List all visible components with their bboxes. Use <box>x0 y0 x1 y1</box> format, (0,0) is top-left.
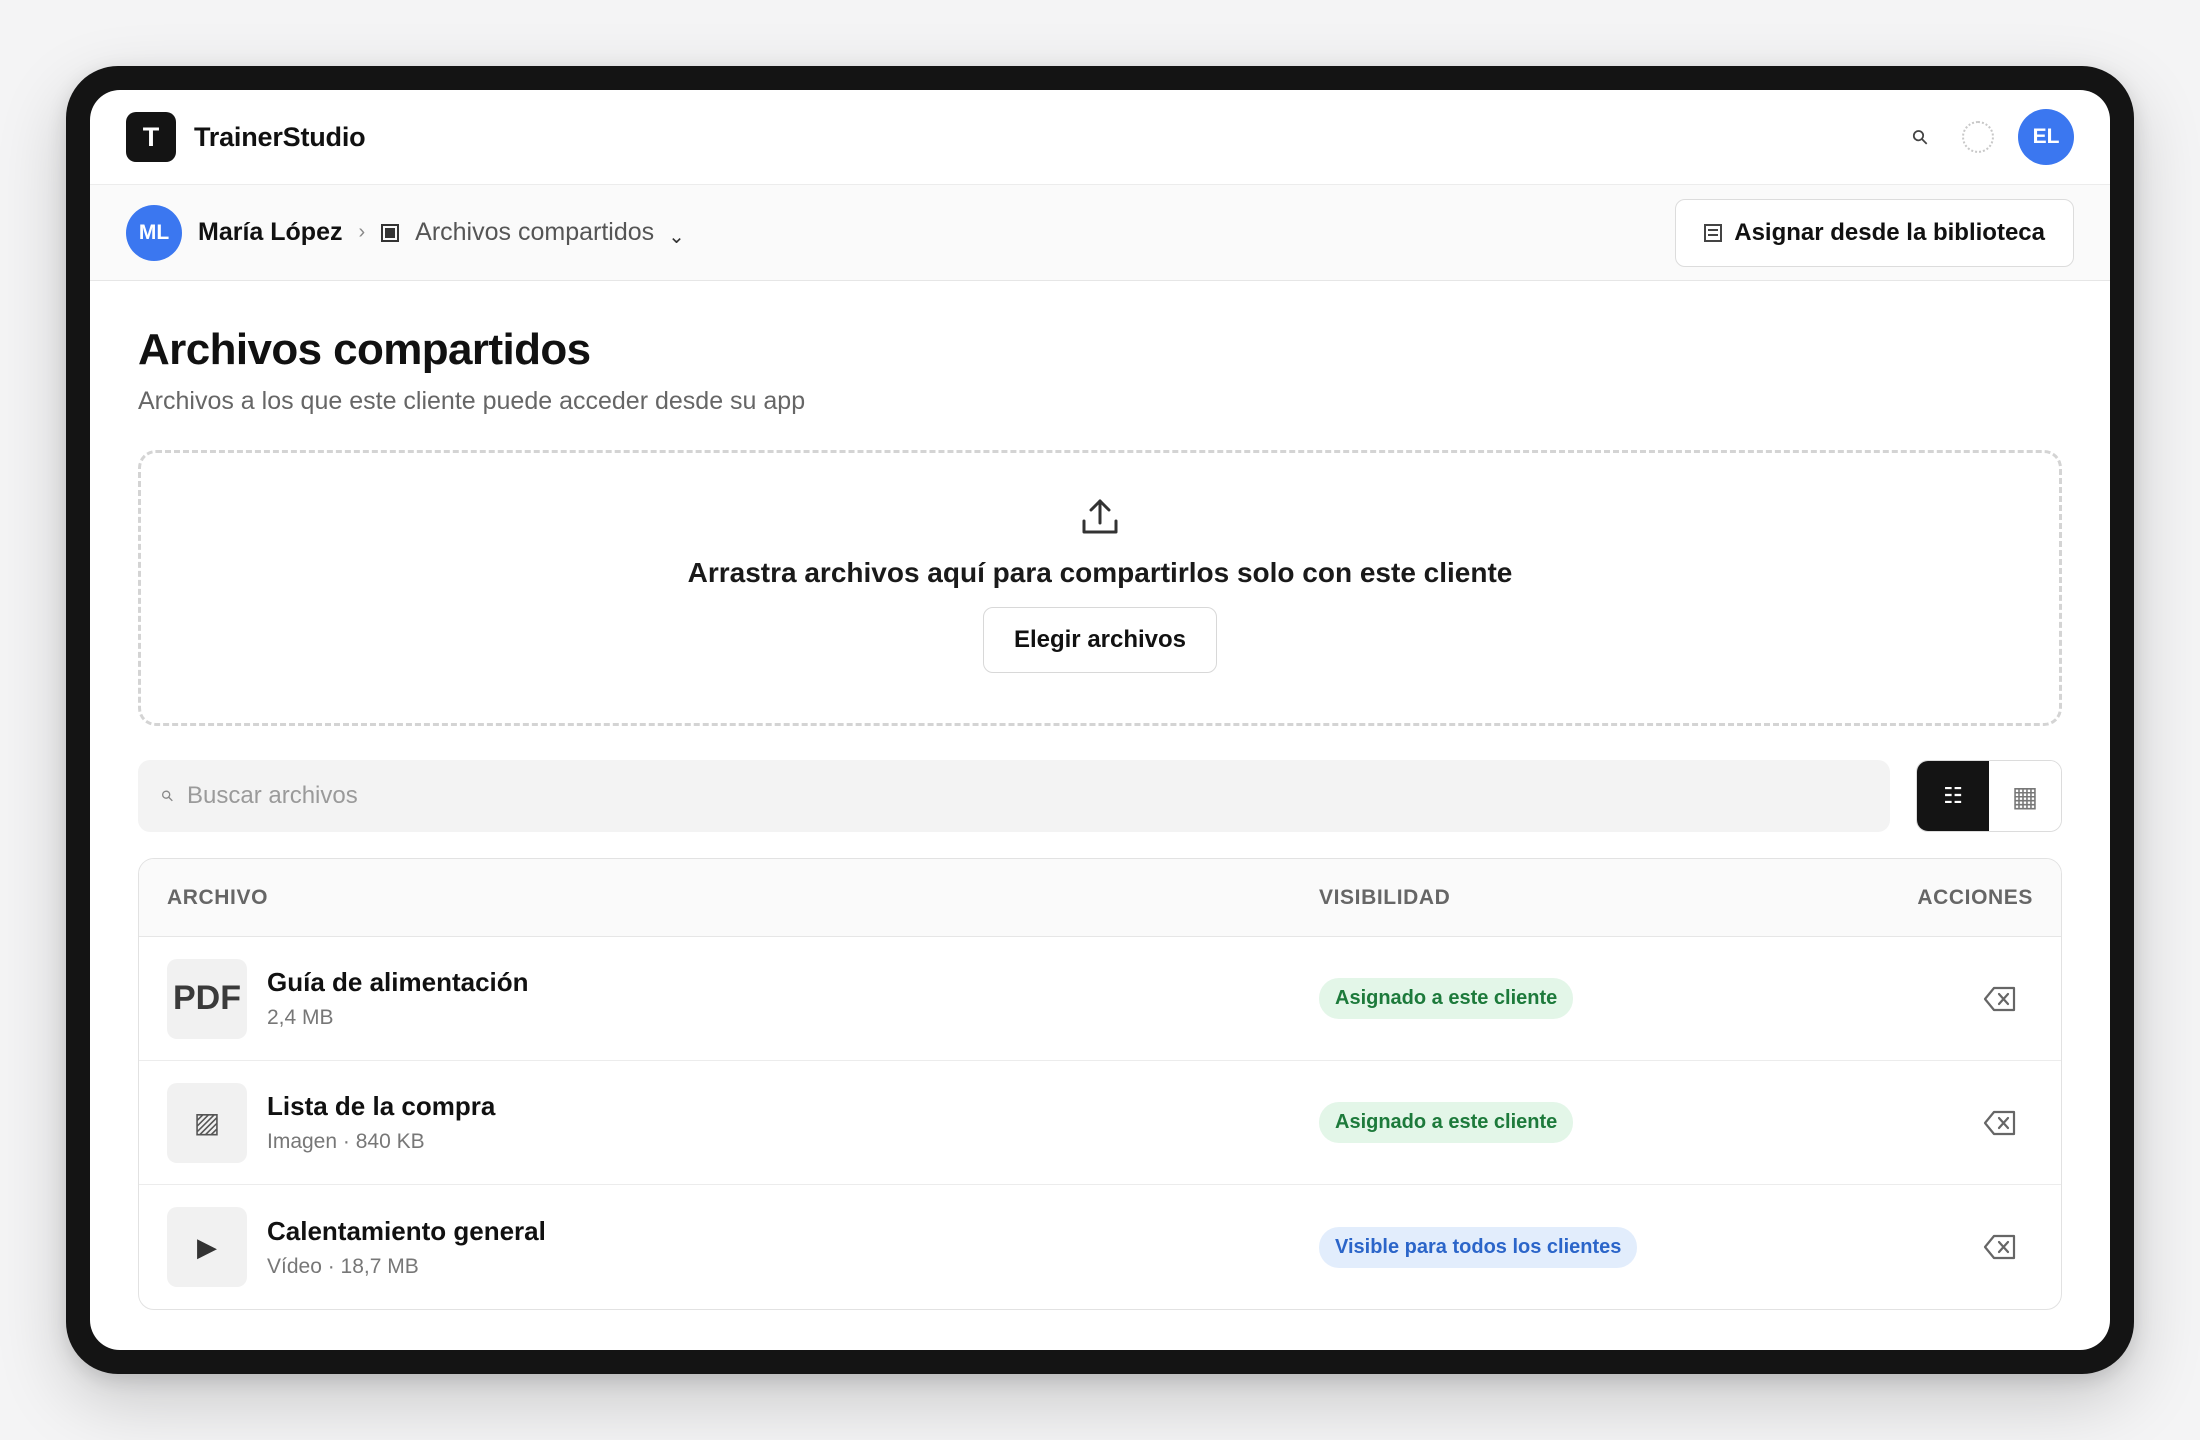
list-view-icon[interactable]: ☷ <box>1917 761 1989 831</box>
file-cell: PDF Guía de alimentación 2,4 MB <box>167 958 1319 1039</box>
client-avatar: ML <box>126 204 182 261</box>
folder-icon <box>381 223 400 242</box>
file-meta: Calentamiento general Vídeo · 18,7 MB <box>267 1216 546 1279</box>
remove-file-icon[interactable] <box>1983 985 2017 1013</box>
file-name[interactable]: Calentamiento general <box>267 1216 546 1247</box>
file-info: Vídeo · 18,7 MB <box>267 1254 419 1278</box>
breadcrumb-separator: › <box>358 221 366 243</box>
client-breadcrumb-bar: ML María López › Archivos compartidos ⌄ … <box>90 185 2110 281</box>
loading-spinner-icon <box>1962 121 1994 153</box>
column-header-file: ARCHIVO <box>167 885 269 909</box>
actions-cell <box>1903 1109 2033 1137</box>
table-row[interactable]: ▶ Calentamiento general Vídeo · 18,7 MB … <box>139 1185 2061 1309</box>
page-subtitle: Archivos a los que este cliente puede ac… <box>138 387 806 415</box>
image-icon: ▨ <box>167 1082 247 1163</box>
assign-from-library-label: Asignar desde la biblioteca <box>1734 218 2045 246</box>
file-cell: ▶ Calentamiento general Vídeo · 18,7 MB <box>167 1207 1319 1287</box>
video-icon: ▶ <box>167 1207 247 1287</box>
visibility-badge: Visible para todos los clientes <box>1319 1226 1638 1268</box>
device-frame: T TrainerStudio ⚲ EL ML María López › Ar… <box>66 66 2134 1374</box>
column-header-visibility: VISIBILIDAD <box>1319 885 1451 909</box>
files-table: ARCHIVO VISIBILIDAD ACCIONES PDF Guía de… <box>138 858 2062 1310</box>
column-header-actions: ACCIONES <box>1917 885 2033 909</box>
pdf-icon: PDF <box>167 958 247 1039</box>
library-icon <box>1704 223 1723 242</box>
actions-cell <box>1903 985 2033 1013</box>
page-title: Archivos compartidos <box>138 325 591 374</box>
top-bar: T TrainerStudio ⚲ EL <box>90 90 2110 185</box>
upload-icon <box>1082 499 1118 534</box>
visibility-cell: Visible para todos los clientes <box>1319 1226 1903 1268</box>
visibility-badge: Asignado a este cliente <box>1319 978 1574 1019</box>
file-info: 2,4 MB <box>267 1006 334 1029</box>
main-content: Archivos compartidos Archivos a los que … <box>90 325 2110 1310</box>
chevron-down-icon[interactable]: ⌄ <box>668 224 685 249</box>
visibility-cell: Asignado a este cliente <box>1319 978 1903 1019</box>
choose-files-button[interactable]: Elegir archivos <box>982 607 1218 673</box>
app-logo[interactable]: T <box>126 112 176 162</box>
file-meta: Lista de la compra Imagen · 840 KB <box>267 1091 495 1154</box>
search-input[interactable] <box>187 782 1866 810</box>
file-cell: ▨ Lista de la compra Imagen · 840 KB <box>167 1082 1319 1163</box>
search-icon: ⚲ <box>157 786 178 807</box>
visibility-cell: Asignado a este cliente <box>1319 1102 1903 1143</box>
remove-file-icon[interactable] <box>1983 1233 2017 1261</box>
user-avatar[interactable]: EL <box>2018 109 2074 165</box>
visibility-badge: Asignado a este cliente <box>1319 1102 1574 1143</box>
file-name[interactable]: Lista de la compra <box>267 1091 495 1122</box>
actions-cell <box>1903 1233 2033 1261</box>
file-info: Imagen · 840 KB <box>267 1130 425 1153</box>
file-meta: Guía de alimentación 2,4 MB <box>267 967 529 1030</box>
brand-name: TrainerStudio <box>194 121 366 152</box>
files-toolbar: ⚲ ☷ ▦ <box>138 760 2062 832</box>
file-dropzone[interactable]: Arrastra archivos aquí para compartirlos… <box>138 450 2062 726</box>
dropzone-text: Arrastra archivos aquí para compartirlos… <box>687 557 1513 588</box>
table-row[interactable]: PDF Guía de alimentación 2,4 MB Asignado… <box>139 937 2061 1061</box>
breadcrumb-client-name[interactable]: María López <box>198 218 342 247</box>
grid-view-icon[interactable]: ▦ <box>1989 761 2061 831</box>
app-screen: T TrainerStudio ⚲ EL ML María López › Ar… <box>90 90 2110 1350</box>
search-icon[interactable]: ⚲ <box>1907 123 1935 151</box>
search-box[interactable]: ⚲ <box>138 760 1890 832</box>
assign-from-library-button[interactable]: Asignar desde la biblioteca <box>1675 198 2074 267</box>
top-bar-actions: ⚲ EL <box>1908 109 2074 165</box>
remove-file-icon[interactable] <box>1983 1109 2017 1137</box>
file-name[interactable]: Guía de alimentación <box>267 967 529 998</box>
table-header: ARCHIVO VISIBILIDAD ACCIONES <box>139 859 2061 937</box>
view-toggle: ☷ ▦ <box>1916 760 2062 832</box>
breadcrumb-current-section[interactable]: Archivos compartidos <box>415 218 654 247</box>
table-row[interactable]: ▨ Lista de la compra Imagen · 840 KB Asi… <box>139 1061 2061 1185</box>
